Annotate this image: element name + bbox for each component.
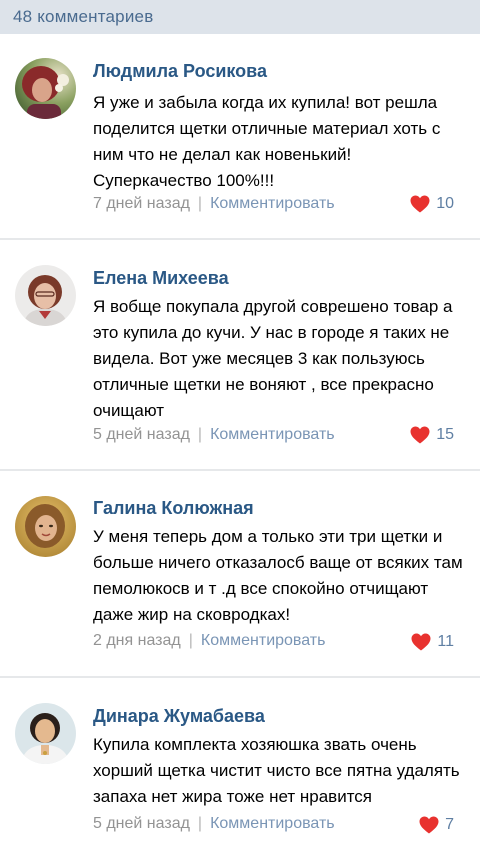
comments-count-header: 48 комментариев: [0, 0, 480, 34]
comment-meta: 5 дней назад | Комментировать: [93, 426, 335, 444]
like-button[interactable]: 11: [411, 633, 454, 651]
comment-text: У меня теперь дом а только эти три щетки…: [93, 527, 463, 624]
comment-divider: [0, 238, 480, 240]
reply-link[interactable]: Комментировать: [210, 815, 335, 832]
reply-link[interactable]: Комментировать: [210, 426, 335, 443]
comment-text: Я уже и забыла когда их купила! вот решл…: [93, 93, 441, 190]
comment-time[interactable]: 5 дней назад: [93, 815, 190, 832]
comment-time[interactable]: 5 дней назад: [93, 426, 190, 443]
comment-divider: [0, 676, 480, 678]
comment-meta: 7 дней назад | Комментировать: [93, 195, 335, 213]
like-count: 11: [437, 633, 454, 650]
heart-icon: [419, 816, 439, 834]
comment-time[interactable]: 2 дня назад: [93, 632, 181, 649]
heart-icon: [410, 426, 430, 444]
comment-author[interactable]: Людмила Росикова: [93, 61, 267, 82]
comment-text: Я вобще покупала другой соврешено товар …: [93, 297, 453, 420]
comments-count-label: 48 комментариев: [13, 7, 154, 26]
meta-separator: |: [197, 195, 203, 212]
avatar[interactable]: [15, 265, 76, 326]
avatar[interactable]: [15, 496, 76, 557]
comment-divider: [0, 469, 480, 471]
reply-link[interactable]: Комментировать: [201, 632, 326, 649]
comment-meta: 2 дня назад | Комментировать: [93, 632, 325, 650]
heart-icon: [411, 633, 431, 651]
comment-meta: 5 дней назад | Комментировать: [93, 815, 335, 833]
meta-separator: |: [197, 426, 203, 443]
like-button[interactable]: 15: [410, 426, 454, 444]
avatar[interactable]: [15, 703, 76, 764]
comment-text: Купила комплекта хозяюшка звать очень хо…: [93, 735, 460, 806]
like-count: 15: [436, 426, 454, 443]
meta-separator: |: [197, 815, 203, 832]
heart-icon: [410, 195, 430, 213]
comment-author[interactable]: Динара Жумабаева: [93, 706, 265, 727]
like-button[interactable]: 7: [419, 816, 454, 834]
reply-link[interactable]: Комментировать: [210, 195, 335, 212]
like-count: 10: [436, 195, 454, 212]
comment-author[interactable]: Галина Колюжная: [93, 498, 254, 519]
comment-author[interactable]: Елена Михеева: [93, 268, 229, 289]
comment-time[interactable]: 7 дней назад: [93, 195, 190, 212]
like-button[interactable]: 10: [410, 195, 454, 213]
like-count: 7: [445, 816, 454, 833]
meta-separator: |: [188, 632, 193, 649]
avatar[interactable]: [15, 58, 76, 119]
